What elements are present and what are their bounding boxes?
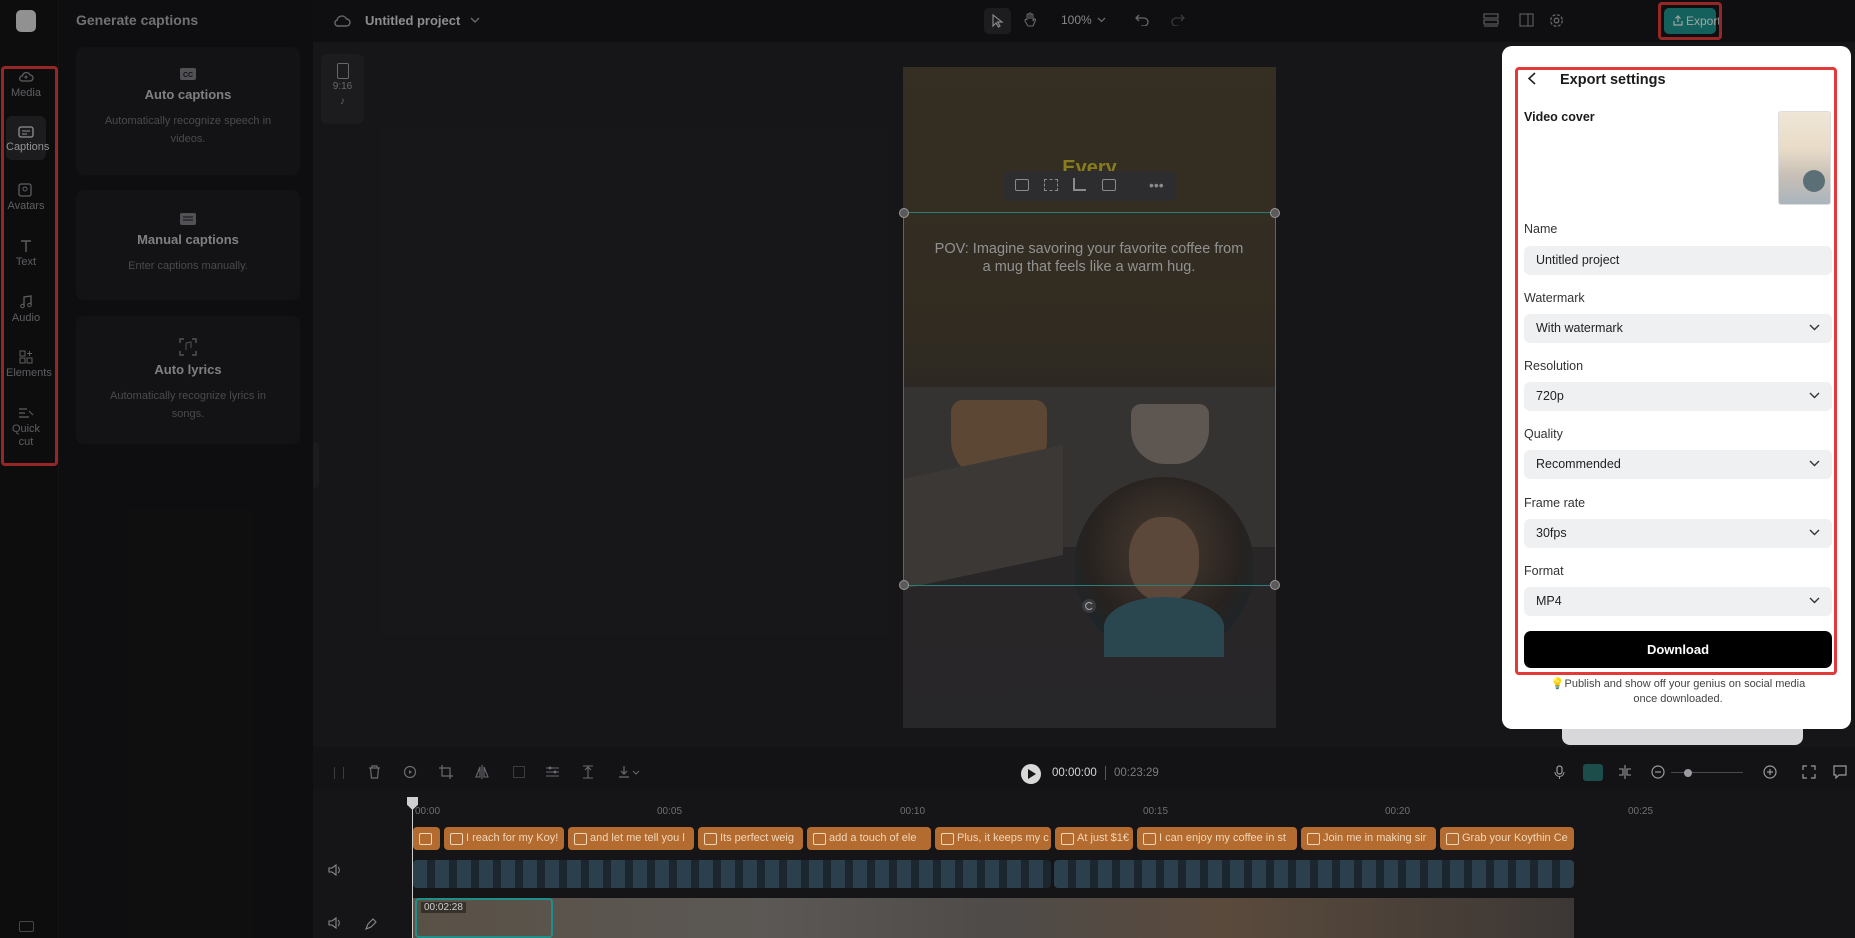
edit-pen-icon[interactable] xyxy=(365,918,377,930)
mask-icon[interactable] xyxy=(1102,179,1116,191)
fit-timeline-icon[interactable] xyxy=(1802,765,1816,779)
replace-media-icon[interactable] xyxy=(1015,179,1029,191)
play-icon xyxy=(1028,769,1036,779)
caption-clip[interactable]: Grab your Koythin Ce xyxy=(1440,827,1574,850)
caption-clip[interactable]: Its perfect weig xyxy=(698,827,803,850)
export-title: Export settings xyxy=(1560,72,1666,88)
lightbulb-icon: 💡 xyxy=(1550,678,1565,690)
ruler-label-20: 00:20 xyxy=(1385,806,1411,817)
adjust-icon[interactable] xyxy=(545,765,560,779)
format-label: Format xyxy=(1524,564,1564,578)
cover-avatar-thumb xyxy=(1803,170,1825,192)
volume-main-icon[interactable] xyxy=(328,917,342,929)
format-value: MP4 xyxy=(1536,594,1562,608)
more-options-icon[interactable]: ••• xyxy=(1149,177,1164,193)
split-view-icon[interactable] xyxy=(1618,765,1632,779)
video-cover-label: Video cover xyxy=(1524,110,1595,124)
zoom-out-icon[interactable] xyxy=(1651,765,1665,779)
resolution-value: 720p xyxy=(1536,389,1564,403)
crop-icon[interactable] xyxy=(1073,178,1086,191)
ruler-label-25: 00:25 xyxy=(1628,806,1654,817)
download-clip-icon[interactable] xyxy=(618,765,640,779)
auto-snap-toggle[interactable] xyxy=(1583,764,1603,781)
playhead[interactable] xyxy=(412,803,413,938)
format-select[interactable]: MP4 xyxy=(1524,587,1832,616)
chevron-down-icon xyxy=(1809,597,1820,604)
resize-handle-tl[interactable] xyxy=(899,208,909,218)
current-time: 00:00:00 xyxy=(1052,767,1097,779)
zoom-in-icon[interactable] xyxy=(1763,765,1777,779)
editor-app: Media Captions Avatars Text Audio Elemen… xyxy=(0,0,1855,938)
resize-handle-br[interactable] xyxy=(1270,580,1280,590)
comment-icon[interactable] xyxy=(1833,765,1847,779)
name-input[interactable]: Untitled project xyxy=(1524,246,1832,275)
rotate-handle-icon[interactable] xyxy=(1081,598,1097,614)
floating-toolbar: ••• xyxy=(1003,171,1175,201)
framerate-value: 30fps xyxy=(1536,526,1567,540)
avatar-track-clip[interactable] xyxy=(1054,860,1574,888)
export-hint: 💡Publish and show off your genius on soc… xyxy=(1540,677,1816,707)
volume-icon[interactable] xyxy=(328,864,342,876)
back-arrow-icon[interactable] xyxy=(1528,72,1536,85)
time-divider xyxy=(1105,766,1106,780)
export-hint-text: Publish and show off your genius on soci… xyxy=(1564,678,1806,705)
avatar-track-clip[interactable] xyxy=(413,860,1051,888)
video-cover-thumbnail[interactable] xyxy=(1778,111,1831,205)
resize-handle-bl[interactable] xyxy=(899,580,909,590)
watermark-value: With watermark xyxy=(1536,321,1623,335)
caption-clip[interactable]: At just $1€ xyxy=(1055,827,1133,850)
main-video-track[interactable] xyxy=(413,898,1574,938)
ruler-label-10: 00:10 xyxy=(900,806,926,817)
resize-handle-tr[interactable] xyxy=(1270,208,1280,218)
chevron-down-icon xyxy=(1809,529,1820,536)
caption-clip[interactable]: and let me tell you l xyxy=(568,827,694,850)
caption-clip[interactable]: I reach for my Koy! xyxy=(444,827,564,850)
framerate-label: Frame rate xyxy=(1524,496,1586,510)
loop-icon[interactable] xyxy=(403,765,417,779)
flip-icon[interactable] xyxy=(475,765,489,779)
play-button[interactable] xyxy=(1021,764,1041,784)
watermark-select[interactable]: With watermark xyxy=(1524,314,1832,343)
caption-clip[interactable]: I can enjoy my coffee in st xyxy=(1137,827,1297,850)
remove-bg-icon[interactable] xyxy=(1044,179,1058,191)
watermark-label: Watermark xyxy=(1524,291,1585,305)
name-label: Name xyxy=(1524,222,1558,236)
download-button[interactable]: Download xyxy=(1524,631,1832,668)
selection-box[interactable] xyxy=(899,208,1280,590)
microphone-icon[interactable] xyxy=(1554,765,1565,780)
caption-clip[interactable] xyxy=(413,827,440,850)
ruler-label-0: 00:00 xyxy=(415,806,441,817)
caption-clip[interactable]: add a touch of ele xyxy=(807,827,931,850)
zoom-slider[interactable] xyxy=(1671,772,1743,773)
zoom-slider-knob[interactable] xyxy=(1684,769,1692,777)
delete-icon[interactable] xyxy=(368,765,381,779)
quality-select[interactable]: Recommended xyxy=(1524,450,1832,479)
framerate-select[interactable]: 30fps xyxy=(1524,519,1832,548)
resolution-label: Resolution xyxy=(1524,359,1584,373)
total-time: 00:23:29 xyxy=(1114,767,1159,779)
clip-duration: 00:02:28 xyxy=(421,902,466,913)
quality-value: Recommended xyxy=(1536,457,1621,471)
chevron-down-icon xyxy=(1809,392,1820,399)
chevron-down-icon xyxy=(1809,460,1820,467)
freeze-icon[interactable] xyxy=(513,766,525,778)
export-settings-panel: Export settings Video cover Name Untitle… xyxy=(1502,46,1851,729)
crop-timeline-icon[interactable] xyxy=(439,765,453,779)
caption-clip[interactable]: Plus, it keeps my c xyxy=(935,827,1051,850)
ruler-label-5: 00:05 xyxy=(657,806,683,817)
split-icon[interactable] xyxy=(334,767,344,779)
quality-label: Quality xyxy=(1524,427,1563,441)
resolution-select[interactable]: 720p xyxy=(1524,382,1832,411)
selected-video-clip[interactable]: 00:02:28 xyxy=(415,898,553,938)
chevron-down-icon xyxy=(1809,324,1820,331)
caption-clip[interactable]: Join me in making sir xyxy=(1301,827,1436,850)
speed-icon[interactable] xyxy=(581,765,595,779)
ruler-label-15: 00:15 xyxy=(1143,806,1169,817)
